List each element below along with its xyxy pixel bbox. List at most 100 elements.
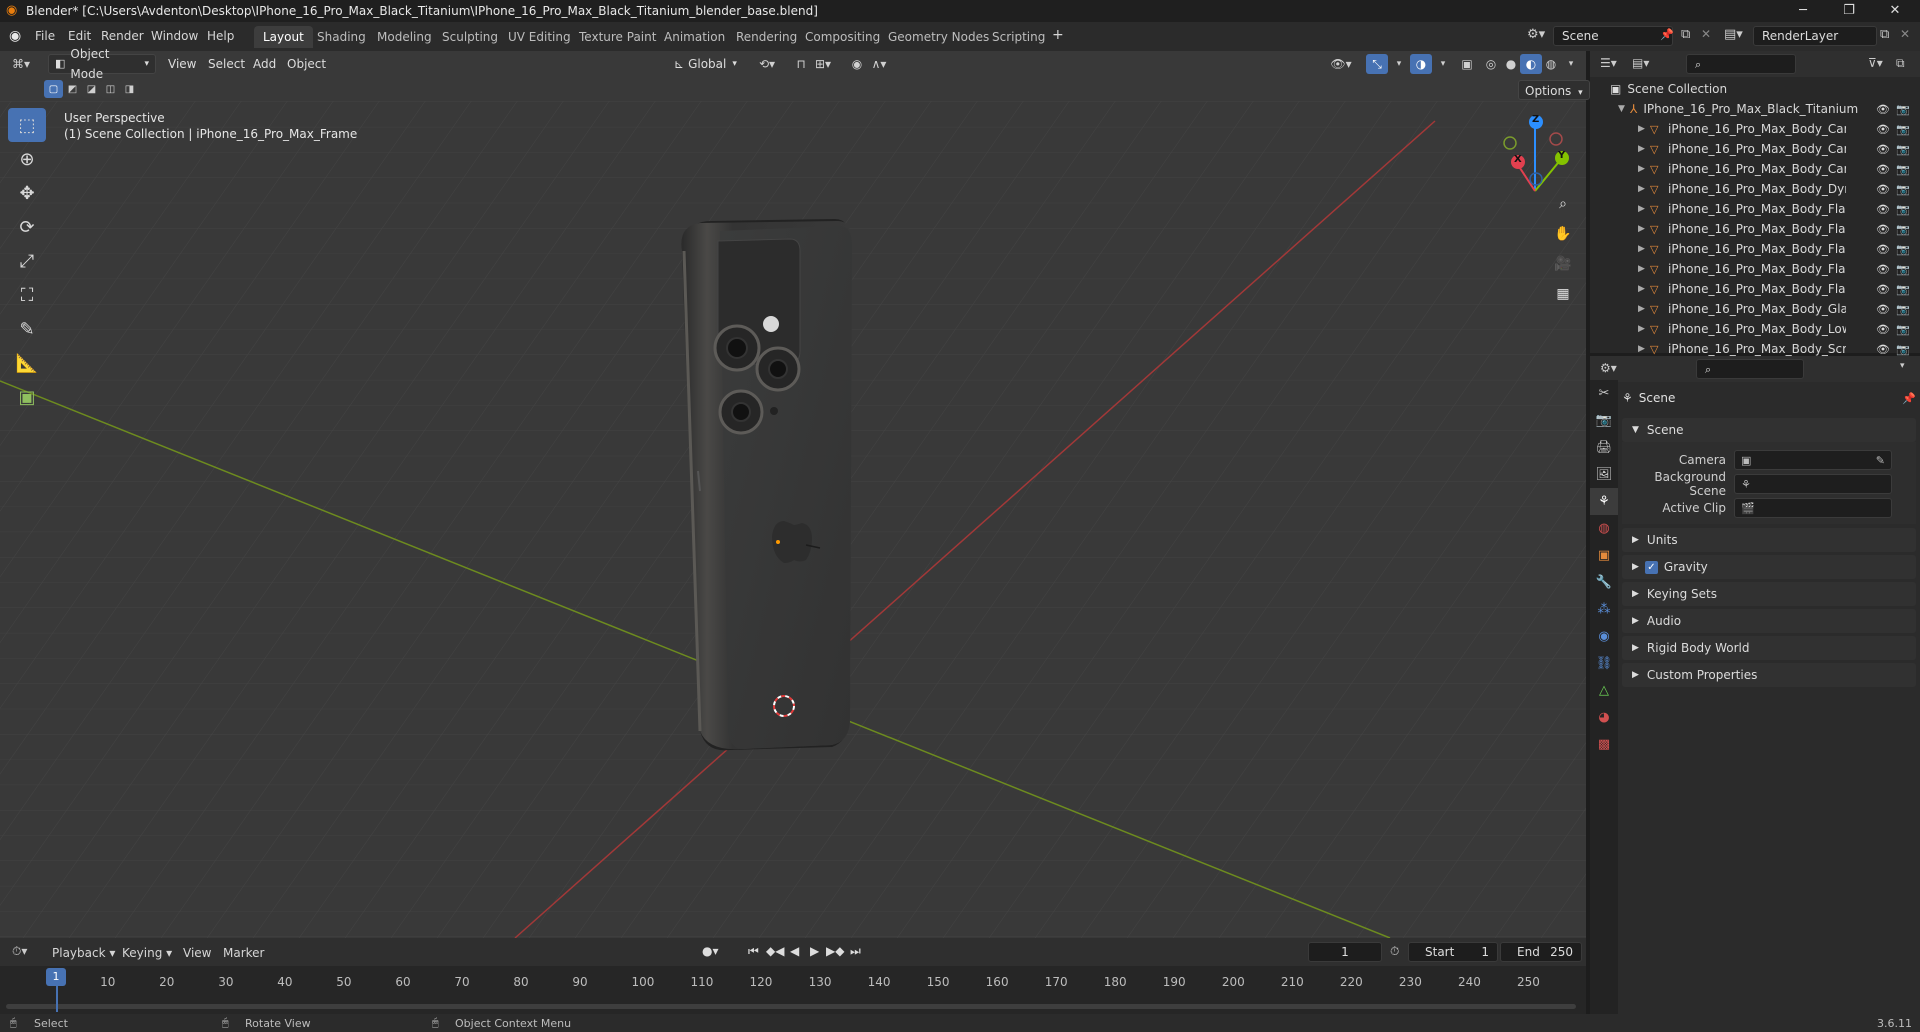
menu-edit[interactable]: Edit <box>68 29 91 43</box>
scene-browse-icon[interactable]: ⚙▾ <box>1527 27 1545 42</box>
units-panel-header[interactable]: ▶ Units <box>1622 528 1916 552</box>
menu-marker[interactable]: Marker <box>223 946 264 960</box>
tab-uv-editing[interactable]: UV Editing <box>499 26 580 48</box>
measure-tool-icon[interactable]: 📐 <box>8 346 46 380</box>
filter-icon[interactable]: ⊽▾ <box>1868 56 1883 70</box>
menu-add[interactable]: Add <box>247 54 282 74</box>
tab-sculpting[interactable]: Sculpting <box>433 26 507 48</box>
rendered-shading-icon[interactable]: ◍ <box>1540 54 1562 74</box>
move-tool-icon[interactable]: ✥ <box>8 176 46 210</box>
outliner-item[interactable]: ▶▽iPhone_16_Pro_Max_Body_Flashligh👁📷 <box>1590 279 1920 299</box>
expand-triangle-icon[interactable]: ▶ <box>1638 244 1650 254</box>
play-reverse-icon[interactable]: ◀ <box>790 944 799 958</box>
select-extend-icon[interactable]: ◩ <box>63 80 82 98</box>
delete-view-layer-icon[interactable]: ✕ <box>1900 27 1910 41</box>
gravity-panel-header[interactable]: ▶ ✓ Gravity <box>1622 555 1916 579</box>
scene-name-field[interactable]: Scene <box>1553 26 1673 46</box>
visibility-eye-icon[interactable]: 👁 <box>1876 323 1890 336</box>
pin-icon[interactable]: 📌 <box>1660 28 1674 41</box>
render-camera-icon[interactable]: 📷 <box>1896 183 1910 196</box>
visibility-eye-icon[interactable]: 👁 <box>1876 243 1890 256</box>
solid-shading-icon[interactable]: ● <box>1500 54 1522 74</box>
expand-triangle-icon[interactable]: ▶ <box>1638 344 1650 354</box>
outliner-item[interactable]: ▶▽iPhone_16_Pro_Max_Body_Flashligh👁📷 <box>1590 259 1920 279</box>
world-tab-icon[interactable]: ◍ <box>1590 515 1618 542</box>
add-cube-tool-icon[interactable]: ▣ <box>8 380 46 414</box>
view-layer-browse-icon[interactable]: ▤▾ <box>1724 27 1743 42</box>
expand-triangle-icon[interactable]: ▶ <box>1638 204 1650 214</box>
mode-dropdown[interactable]: ◧ Object Mode ▾ <box>48 47 156 81</box>
visibility-eye-icon[interactable]: 👁 <box>1876 343 1890 356</box>
render-camera-icon[interactable]: 📷 <box>1896 103 1910 116</box>
new-collection-icon[interactable]: ⧉ <box>1896 56 1905 71</box>
outliner-item[interactable]: ▶▽iPhone_16_Pro_Max_Body_LowerCa👁📷 <box>1590 319 1920 339</box>
render-camera-icon[interactable]: 📷 <box>1896 243 1910 256</box>
view-layer-tab-icon[interactable]: 🖼 <box>1590 461 1618 488</box>
xray-toggle-icon[interactable]: ▣ <box>1456 54 1478 74</box>
visibility-eye-icon[interactable]: 👁 <box>1876 123 1890 136</box>
options-dropdown[interactable]: Options ▾ <box>1518 80 1590 100</box>
menu-view[interactable]: View <box>183 946 211 960</box>
tab-scripting[interactable]: Scripting <box>983 26 1054 48</box>
playhead[interactable]: 1 <box>46 968 66 986</box>
render-camera-icon[interactable]: 📷 <box>1896 203 1910 216</box>
delete-scene-icon[interactable]: ✕ <box>1701 27 1711 41</box>
custom-properties-panel-header[interactable]: ▶ Custom Properties <box>1622 663 1916 687</box>
scene-tab-icon[interactable]: ⚘ <box>1590 488 1618 515</box>
minimize-button[interactable]: ─ <box>1780 0 1826 22</box>
expand-triangle-icon[interactable]: ▶ <box>1638 164 1650 174</box>
display-mode-icon[interactable]: ▤▾ <box>1632 56 1649 70</box>
output-tab-icon[interactable]: 🖨 <box>1590 434 1618 461</box>
render-camera-icon[interactable]: 📷 <box>1896 163 1910 176</box>
outliner-search-input[interactable]: ⌕ <box>1686 54 1796 74</box>
render-camera-icon[interactable]: 📷 <box>1896 263 1910 276</box>
editor-type-icon[interactable]: ⏱▾ <box>12 944 27 959</box>
eyedropper-icon[interactable]: ✎ <box>1876 454 1885 467</box>
auto-keying-icon[interactable]: ●▾ <box>702 944 719 958</box>
close-button[interactable]: ✕ <box>1872 0 1918 22</box>
menu-help[interactable]: Help <box>207 29 234 43</box>
visibility-eye-icon[interactable]: 👁 <box>1876 143 1890 156</box>
play-icon[interactable]: ▶ <box>810 944 819 958</box>
render-camera-icon[interactable]: 📷 <box>1896 343 1910 356</box>
iphone-model[interactable] <box>681 219 852 751</box>
zoom-icon[interactable]: ⌕ <box>1550 191 1576 217</box>
menu-select[interactable]: Select <box>202 54 251 74</box>
particles-tab-icon[interactable]: ⁂ <box>1590 596 1618 623</box>
background-scene-field[interactable]: ⚘ <box>1734 474 1892 494</box>
data-tab-icon[interactable]: △ <box>1590 677 1618 704</box>
visibility-eye-icon[interactable]: 👁 <box>1876 183 1890 196</box>
outliner-item[interactable]: ▶▽iPhone_16_Pro_Max_Body_CameraC👁📷 <box>1590 119 1920 139</box>
editor-type-icon[interactable]: ⚙▾ <box>1600 361 1617 375</box>
shading-dropdown-icon[interactable]: ▾ <box>1560 54 1582 74</box>
properties-search-input[interactable]: ⌕ <box>1696 359 1804 379</box>
object-tab-icon[interactable]: ▣ <box>1590 542 1618 569</box>
tab-geometry-nodes[interactable]: Geometry Nodes <box>879 26 998 48</box>
tab-modeling[interactable]: Modeling <box>368 26 441 48</box>
select-subtract-icon[interactable]: ◪ <box>82 80 101 98</box>
render-camera-icon[interactable]: 📷 <box>1896 323 1910 336</box>
snap-icon[interactable]: ⊓ <box>790 54 812 74</box>
add-workspace-button[interactable]: + <box>1052 27 1064 43</box>
start-frame-field[interactable]: Start 1 <box>1408 942 1498 962</box>
pan-hand-icon[interactable]: ✋ <box>1550 221 1576 247</box>
select-invert-icon[interactable]: ◫ <box>101 80 120 98</box>
3d-viewport[interactable]: Z Y X User Perspective (1) Scene Collect… <box>0 51 1586 938</box>
falloff-icon[interactable]: ∧▾ <box>868 54 890 74</box>
outliner-item[interactable]: ▶▽iPhone_16_Pro_Max_Body_Dynamic👁📷 <box>1590 179 1920 199</box>
select-box-tool-icon[interactable]: ⬚ <box>8 108 46 142</box>
visibility-eye-icon[interactable]: 👁 <box>1876 163 1890 176</box>
outliner-item[interactable]: ▶▽iPhone_16_Pro_Max_Body_Flashligh👁📷 <box>1590 239 1920 259</box>
expand-triangle-icon[interactable]: ▶ <box>1638 324 1650 334</box>
visibility-icon[interactable]: 👁▾ <box>1330 54 1352 74</box>
material-preview-shading-icon[interactable]: ◐ <box>1520 54 1542 74</box>
outliner-scene-collection[interactable]: ▣ Scene Collection <box>1590 79 1920 99</box>
material-tab-icon[interactable]: ◕ <box>1590 704 1618 731</box>
collapse-triangle-icon[interactable]: ▼ <box>1618 104 1630 114</box>
render-camera-icon[interactable]: 📷 <box>1896 303 1910 316</box>
physics-tab-icon[interactable]: ◉ <box>1590 623 1618 650</box>
keying-sets-panel-header[interactable]: ▶ Keying Sets <box>1622 582 1916 606</box>
pivot-point-icon[interactable]: ⟲▾ <box>756 54 778 74</box>
texture-tab-icon[interactable]: ▩ <box>1590 731 1618 758</box>
overlays-dropdown-icon[interactable]: ▾ <box>1432 54 1454 74</box>
